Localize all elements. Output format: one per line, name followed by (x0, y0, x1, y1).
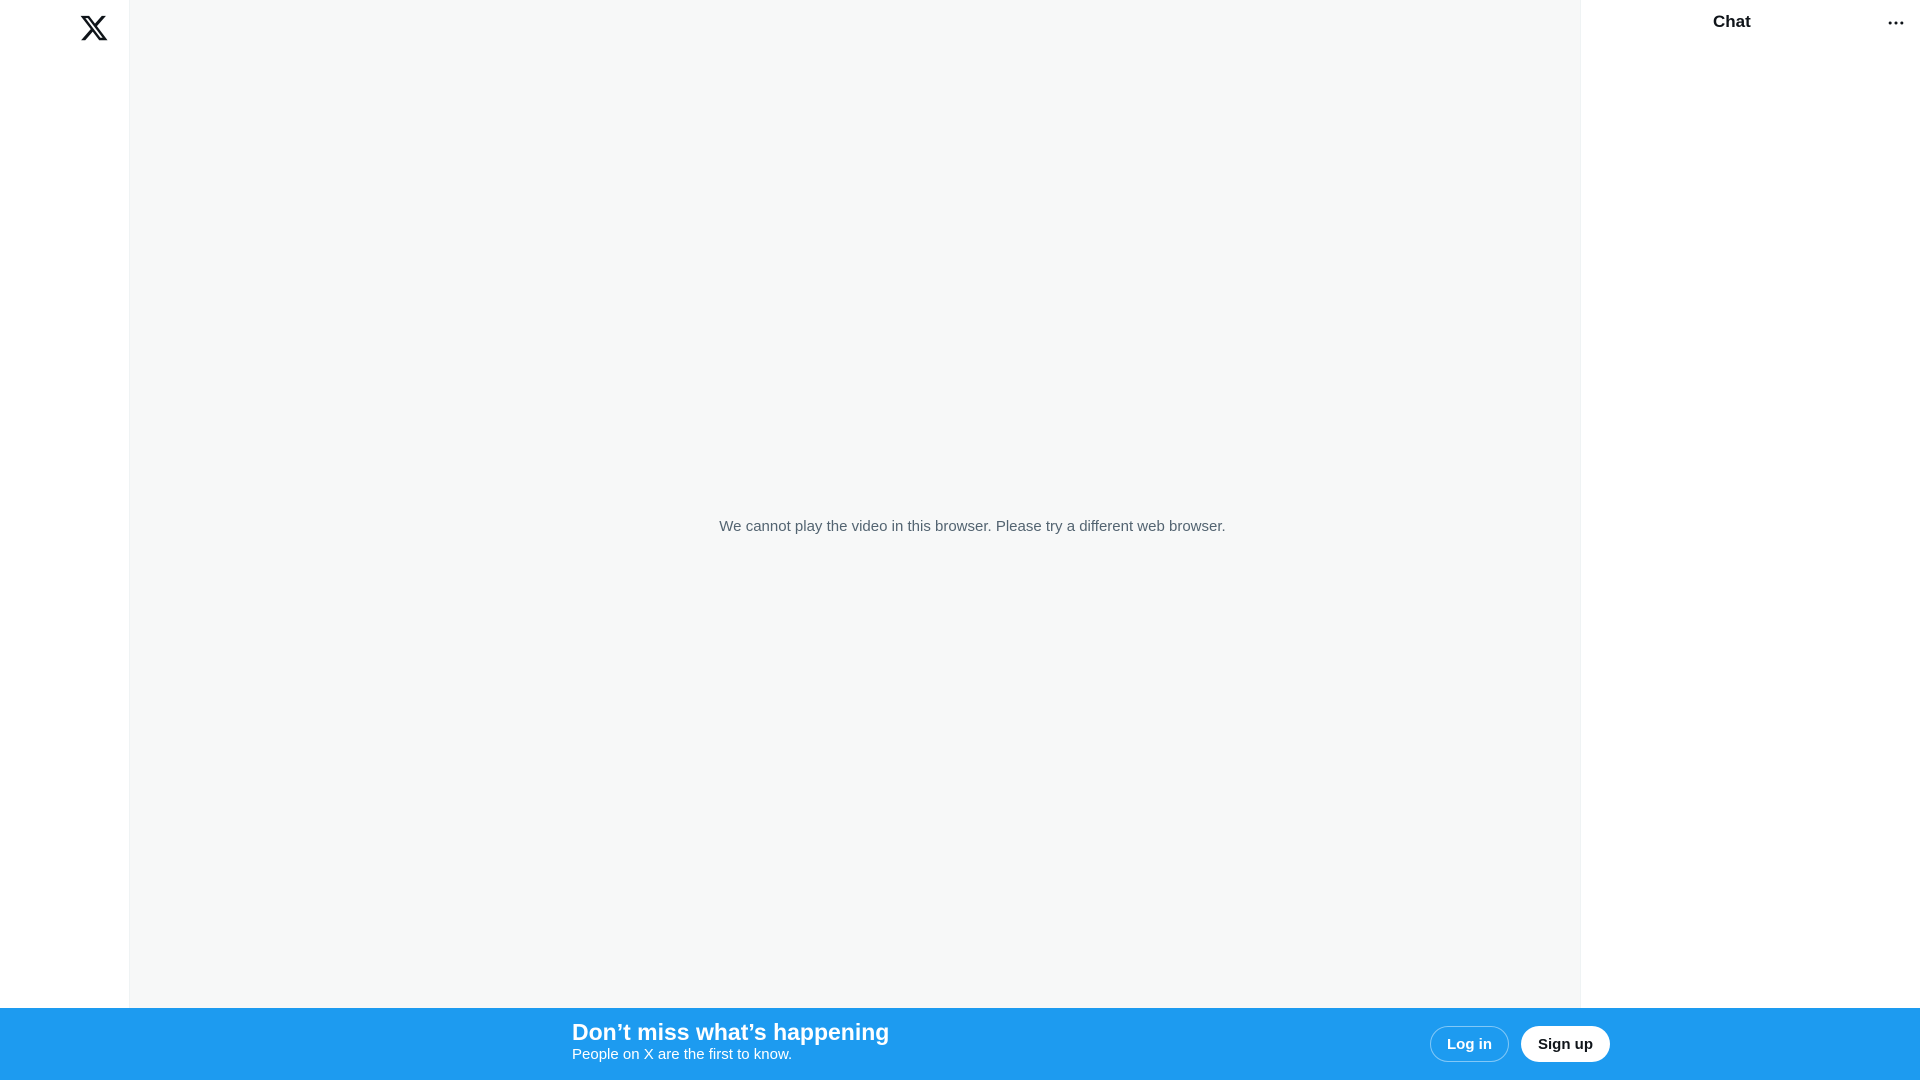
page: We cannot play the video in this browser… (0, 0, 1920, 1080)
video-unsupported-message: We cannot play the video in this browser… (719, 518, 1226, 535)
banner-subheading: People on X are the first to know. (572, 1046, 793, 1063)
chat-panel: Chat (1580, 0, 1920, 1008)
left-rail (0, 0, 130, 1008)
login-button[interactable]: Log in (1430, 1026, 1509, 1062)
banner-text: Don’t miss what’s happening People on X … (572, 1018, 889, 1064)
signup-banner: Don’t miss what’s happening People on X … (0, 1008, 1920, 1080)
chat-title: Chat (1713, 12, 1751, 31)
more-horizontal-icon (1888, 21, 1904, 25)
more-options-button[interactable] (1879, 8, 1913, 38)
banner-heading: Don’t miss what’s happening (572, 1019, 890, 1045)
banner-actions: Log in Sign up (1430, 1026, 1610, 1062)
x-logo-icon[interactable] (78, 12, 110, 44)
video-player-area: We cannot play the video in this browser… (130, 0, 1580, 1008)
signup-button[interactable]: Sign up (1521, 1026, 1610, 1062)
